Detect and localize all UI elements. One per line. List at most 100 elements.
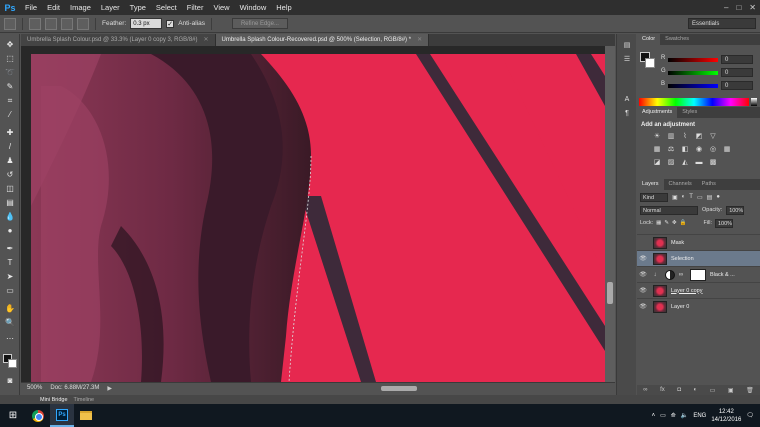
tab-mini-bridge[interactable]: Mini Bridge [40, 397, 68, 403]
blur-tool-icon[interactable]: 💧 [3, 210, 17, 223]
tab-adjustments[interactable]: Adjustments [637, 107, 678, 118]
link-layers-icon[interactable]: ∞ [643, 387, 647, 393]
green-slider[interactable]: G 0 [661, 68, 757, 78]
workspace-select[interactable]: Essentials [688, 18, 756, 29]
curves-icon[interactable]: ⌇ [680, 132, 690, 141]
clock[interactable]: 12:42 14/12/2016 [711, 408, 741, 424]
type-tool-icon[interactable]: T [3, 256, 17, 269]
fill-input[interactable]: 100% [715, 218, 733, 228]
posterize-icon[interactable]: ▨ [666, 158, 676, 167]
color-spectrum[interactable] [639, 98, 757, 106]
clone-stamp-tool-icon[interactable]: ♟ [3, 154, 17, 167]
close-button[interactable]: ✕ [749, 3, 756, 12]
green-bar[interactable] [668, 71, 718, 75]
filter-adjustment-icon[interactable]: ◐ [682, 194, 686, 200]
menu-window[interactable]: Window [235, 0, 272, 15]
windows-start-icon[interactable]: ⊞ [0, 404, 26, 427]
path-select-tool-icon[interactable]: ➤ [3, 270, 17, 283]
taskbar-photoshop[interactable]: Ps [50, 404, 74, 427]
scroll-thumb[interactable] [607, 282, 613, 304]
brush-tool-icon[interactable]: / [3, 140, 17, 153]
blue-slider[interactable]: B 0 [661, 81, 757, 91]
blue-value[interactable]: 0 [721, 81, 753, 90]
doc-tab-1[interactable]: Umbrella Splash Colour.psd @ 33.3% (Laye… [21, 34, 216, 46]
eye-icon[interactable]: 👁 [637, 271, 649, 278]
layer-mask-thumbnail[interactable] [690, 268, 706, 281]
subtract-selection-icon[interactable] [61, 17, 73, 30]
canvas[interactable] [21, 46, 605, 382]
volume-icon[interactable]: 🔈 [681, 412, 688, 419]
zoom-level[interactable]: 500% [27, 385, 42, 391]
gradient-map-icon[interactable]: ▬ [694, 158, 704, 167]
lasso-tool-icon[interactable]: ➰ [3, 66, 17, 79]
layer-row-selection[interactable]: 👁 Selection [637, 250, 760, 266]
taskbar-chrome[interactable] [26, 404, 50, 427]
tab-styles[interactable]: Styles [677, 107, 702, 118]
shape-tool-icon[interactable]: ▭ [3, 284, 17, 297]
refine-edge-button[interactable]: Refine Edge... [231, 18, 288, 29]
new-selection-icon[interactable] [29, 17, 41, 30]
add-selection-icon[interactable] [45, 17, 57, 30]
lock-brush-icon[interactable]: ✎ [664, 220, 669, 226]
fx-icon[interactable]: fx [660, 387, 665, 393]
menu-edit[interactable]: Edit [42, 0, 65, 15]
quick-mask-icon[interactable]: ◙ [3, 374, 17, 387]
vibrance-icon[interactable]: ▽ [708, 132, 718, 141]
black-white-icon[interactable]: ◧ [680, 145, 690, 154]
marquee-tool-icon[interactable]: ⬚ [3, 52, 17, 65]
move-tool-icon[interactable]: ✥ [3, 38, 17, 51]
color-balance-icon[interactable]: ⚖ [666, 145, 676, 154]
tab-timeline[interactable]: Timeline [74, 397, 95, 403]
language-indicator[interactable]: ENG [693, 413, 706, 419]
color-lookup-icon[interactable]: ▦ [722, 145, 732, 154]
notifications-icon[interactable]: 🗨 [746, 412, 754, 419]
new-adjustment-icon[interactable]: ◐ [693, 387, 697, 393]
battery-icon[interactable]: ▭ [660, 412, 666, 419]
lock-all-icon[interactable]: 🔒 [680, 220, 687, 226]
eraser-tool-icon[interactable]: ◫ [3, 182, 17, 195]
menu-select[interactable]: Select [151, 0, 182, 15]
feather-input[interactable]: 0.3 px [130, 18, 163, 29]
layer-row-layer-0[interactable]: 👁 Layer 0 [637, 298, 760, 314]
dodge-tool-icon[interactable]: ● [3, 224, 17, 237]
opacity-input[interactable]: 100% [726, 205, 745, 215]
close-tab-icon[interactable]: ✕ [204, 37, 209, 43]
filter-type-icon[interactable]: T [689, 194, 693, 200]
gradient-tool-icon[interactable]: ▤ [3, 196, 17, 209]
delete-layer-icon[interactable]: 🗑 [746, 387, 754, 394]
history-panel-icon[interactable]: ▤ [621, 40, 633, 51]
horizontal-scroll-thumb[interactable] [381, 386, 417, 391]
tab-color[interactable]: Color [637, 34, 661, 45]
layer-row-layer-0-copy[interactable]: 👁 Layer 0 copy [637, 282, 760, 298]
exposure-icon[interactable]: ◩ [694, 132, 704, 141]
photo-filter-icon[interactable]: ◉ [694, 145, 704, 154]
eye-icon[interactable]: 👁 [637, 303, 649, 310]
more-tools-icon[interactable]: ⋯ [3, 332, 17, 345]
properties-panel-icon[interactable]: ☰ [621, 54, 633, 65]
filter-smart-icon[interactable]: ▤ [707, 194, 713, 201]
red-value[interactable]: 0 [721, 55, 753, 64]
filter-toggle-icon[interactable]: ● [716, 194, 720, 200]
zoom-tool-icon[interactable]: 🔍 [3, 316, 17, 329]
menu-file[interactable]: File [20, 0, 42, 15]
menu-image[interactable]: Image [65, 0, 96, 15]
brightness-icon[interactable]: ☀ [652, 132, 662, 141]
history-brush-tool-icon[interactable]: ↺ [3, 168, 17, 181]
doc-tab-2[interactable]: Umbrella Splash Colour-Recovered.psd @ 5… [215, 34, 430, 46]
hand-tool-icon[interactable]: ✋ [3, 302, 17, 315]
paragraph-panel-icon[interactable]: ¶ [621, 108, 633, 119]
filter-pixel-icon[interactable]: ▣ [672, 194, 678, 201]
antialias-checkbox[interactable]: ✓ [166, 19, 175, 28]
eye-icon[interactable]: 👁 [637, 287, 649, 294]
close-tab-icon[interactable]: ✕ [417, 37, 422, 43]
tab-channels[interactable]: Channels [664, 179, 697, 190]
lasso-preset-icon[interactable] [4, 17, 16, 30]
hue-saturation-icon[interactable]: ▦ [652, 145, 662, 154]
vertical-scrollbar[interactable] [605, 46, 615, 382]
menu-help[interactable]: Help [271, 0, 296, 15]
taskbar-explorer[interactable] [74, 404, 98, 427]
menu-type[interactable]: Type [125, 0, 151, 15]
invert-icon[interactable]: ◪ [652, 158, 662, 167]
channel-mixer-icon[interactable]: ◎ [708, 145, 718, 154]
layer-row-mask[interactable]: Mask [637, 234, 760, 250]
